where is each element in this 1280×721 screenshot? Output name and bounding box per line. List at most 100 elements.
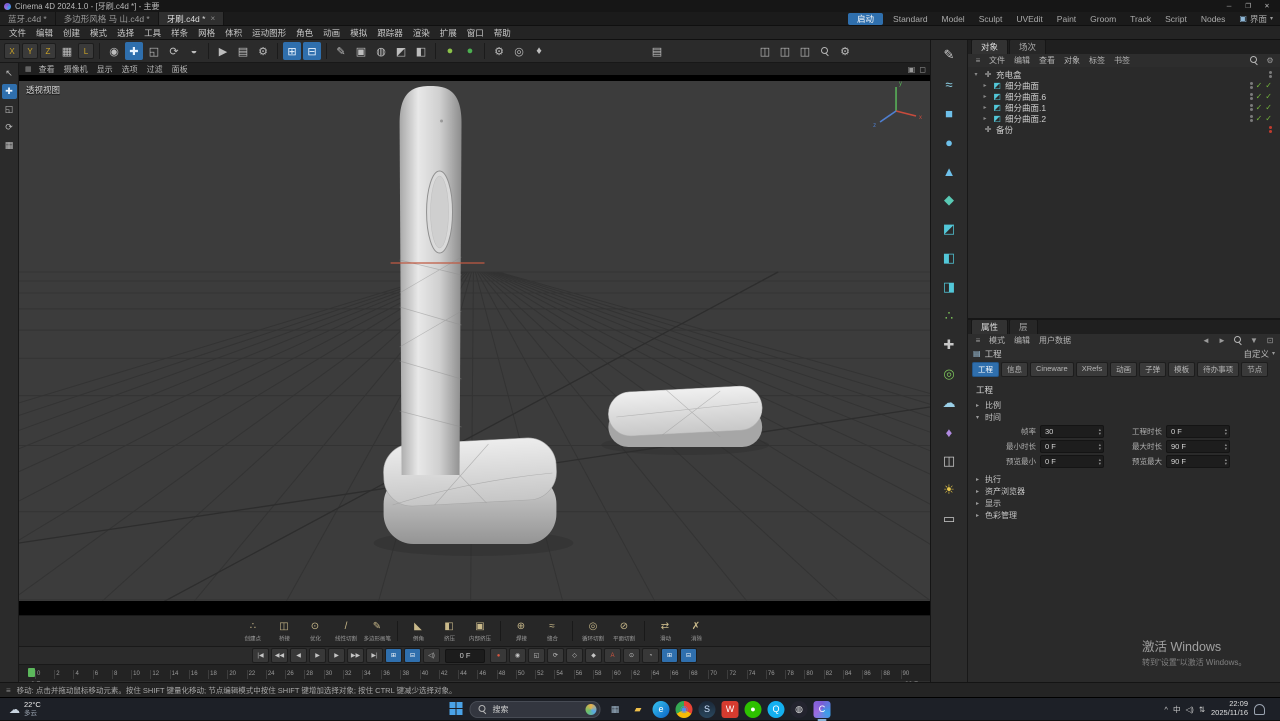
maximize-button[interactable]: ❐ bbox=[1239, 1, 1257, 11]
notifications-icon[interactable] bbox=[1254, 703, 1265, 715]
goto-end-button[interactable]: ▶| bbox=[366, 648, 383, 663]
mograph-icon[interactable]: ♦ bbox=[530, 42, 548, 60]
menubar-item[interactable]: 窗口 bbox=[462, 27, 489, 39]
cloner-icon[interactable]: ∴ bbox=[938, 305, 960, 327]
weld-button[interactable]: ⊕ 焊接 bbox=[506, 620, 536, 643]
viewport-settings-icon[interactable]: ▣ bbox=[908, 65, 916, 74]
maximize-view-icon[interactable]: ◻ bbox=[919, 65, 926, 74]
attribute-group-header[interactable]: ▸ 显示 bbox=[974, 497, 1274, 509]
visibility-dots[interactable] bbox=[1249, 93, 1253, 100]
menubar-item[interactable]: 工具 bbox=[139, 27, 166, 39]
viewport-corner-icon[interactable]: ▦ bbox=[23, 65, 34, 73]
play-button[interactable]: ▶ bbox=[309, 648, 326, 663]
viewport-menu-item[interactable]: 显示 bbox=[93, 64, 117, 75]
editor-visibility-dot[interactable] bbox=[1249, 93, 1253, 96]
field-icon[interactable]: ◎ bbox=[938, 363, 960, 385]
attribute-group-header[interactable]: ▸ 资产浏览器 bbox=[974, 485, 1274, 497]
attribute-manager-tab[interactable]: 层 bbox=[1009, 319, 1038, 334]
scale-tool-icon[interactable]: ◱ bbox=[145, 42, 163, 60]
expand-icon[interactable]: ▸ bbox=[981, 82, 989, 89]
object-manager-menu-item[interactable]: 查看 bbox=[1035, 55, 1059, 66]
keyframe-scale-icon[interactable]: ◱ bbox=[528, 648, 545, 663]
editor-visibility-dot[interactable] bbox=[1249, 82, 1253, 85]
move-tool-icon[interactable]: ✚ bbox=[125, 42, 143, 60]
enabled-check-icon[interactable]: ✓ bbox=[1256, 92, 1263, 101]
x-axis-lock-button[interactable]: X bbox=[4, 43, 20, 59]
timeline-ruler[interactable]: 0 2 4 6 8 10 12 14 16 18 20 22 24 26 28 30 32 34 36 38 40 42 4… bbox=[19, 664, 930, 680]
modeling-axis-icon[interactable]: ▦ bbox=[2, 138, 17, 153]
material-icon[interactable]: ● bbox=[441, 42, 459, 60]
network-icon[interactable]: ⇅ bbox=[1199, 705, 1205, 714]
keyframe-parameter-icon[interactable]: ◇ bbox=[566, 648, 583, 663]
render-visibility-dot[interactable] bbox=[1249, 119, 1253, 122]
editor-visibility-dot[interactable] bbox=[1249, 104, 1253, 107]
wechat-icon[interactable]: ● bbox=[744, 700, 762, 718]
close-tab-icon[interactable]: × bbox=[210, 14, 215, 23]
snap-toggle-icon[interactable]: ⊞ bbox=[283, 42, 301, 60]
menubar-item[interactable]: 创建 bbox=[58, 27, 85, 39]
floor-icon[interactable]: ▭ bbox=[938, 508, 960, 530]
attribute-tab-button[interactable]: Cineware bbox=[1030, 362, 1074, 377]
visibility-dots[interactable] bbox=[1269, 71, 1272, 78]
extrude-generator-icon[interactable]: ◧ bbox=[412, 42, 430, 60]
null-object-icon[interactable]: ✚ bbox=[938, 334, 960, 356]
layout-window-3-icon[interactable]: ◫ bbox=[796, 42, 814, 60]
stepper-arrows-icon[interactable]: ▴ ▾ bbox=[1225, 428, 1228, 435]
attribute-group-header[interactable]: ▸ 执行 bbox=[974, 473, 1274, 485]
object-row[interactable]: ▾ ✛ 充电盒 bbox=[968, 69, 1280, 80]
field-input[interactable]: 30 ▴ ▾ bbox=[1040, 425, 1104, 438]
line-cut-button[interactable]: / 线性切割 bbox=[331, 620, 361, 643]
enabled-check-icon[interactable]: ✓ bbox=[1256, 81, 1263, 90]
live-selection-icon[interactable]: ◉ bbox=[105, 42, 123, 60]
field-icon[interactable]: ◎ bbox=[510, 42, 528, 60]
keyframe-pla-icon[interactable]: ◆ bbox=[585, 648, 602, 663]
enabled-check-icon[interactable]: ✓ bbox=[1256, 103, 1263, 112]
attribute-mode-menu-item[interactable]: 模式 bbox=[985, 335, 1009, 346]
next-frame-button[interactable]: ▶ bbox=[328, 648, 345, 663]
sphere-primitive-icon[interactable]: ● bbox=[938, 131, 960, 153]
field-input[interactable]: 0 F ▴ ▾ bbox=[1166, 425, 1230, 438]
menubar-item[interactable]: 样条 bbox=[166, 27, 193, 39]
timeline-playhead[interactable] bbox=[28, 668, 35, 677]
interface-selector[interactable]: ▣ 界面 ▾ bbox=[1232, 12, 1280, 25]
lock-panel-icon[interactable]: ⊡ bbox=[1264, 336, 1276, 345]
object-row[interactable]: ▸ ◩ 细分曲面.6 ✓ ✓ bbox=[968, 91, 1280, 102]
subdivision-surface-icon[interactable]: ◩ bbox=[938, 218, 960, 240]
render-view-icon[interactable]: ▶ bbox=[214, 42, 232, 60]
layout-tab[interactable]: Standard bbox=[886, 14, 935, 24]
viewport-menu-item[interactable]: 查看 bbox=[35, 64, 59, 75]
wps-icon[interactable]: W bbox=[721, 700, 739, 718]
field-input[interactable]: 90 F ▴ ▾ bbox=[1166, 440, 1230, 453]
attribute-group-header[interactable]: ▾ 时间 bbox=[974, 411, 1274, 423]
menubar-item[interactable]: 运动图形 bbox=[247, 27, 291, 39]
editor-visibility-dot[interactable] bbox=[1269, 71, 1272, 74]
layout-window-2-icon[interactable]: ◫ bbox=[776, 42, 794, 60]
visibility-dots[interactable] bbox=[1249, 82, 1253, 89]
create-point-button[interactable]: ∴ 创建点 bbox=[238, 620, 268, 643]
timeline-window-icon[interactable]: ◔ bbox=[642, 648, 659, 663]
selection-tool-icon[interactable]: ↖ bbox=[2, 66, 17, 81]
previous-key-button[interactable]: ◀◀ bbox=[271, 648, 288, 663]
chrome-browser-icon[interactable]: ◉ bbox=[675, 700, 693, 718]
autokey-icon[interactable]: A bbox=[604, 648, 621, 663]
render-visibility-dot[interactable] bbox=[1249, 86, 1253, 89]
keyframe-position-icon[interactable]: ◉ bbox=[509, 648, 526, 663]
menubar-item[interactable]: 文件 bbox=[4, 27, 31, 39]
close-button[interactable]: ✕ bbox=[1258, 1, 1276, 11]
menubar-item[interactable]: 编辑 bbox=[31, 27, 58, 39]
current-frame-field[interactable]: 0 F bbox=[445, 648, 485, 663]
slide-button[interactable]: ⇄ 滑动 bbox=[650, 620, 680, 643]
viewport-menu-item[interactable]: 面板 bbox=[168, 64, 192, 75]
attribute-tab-button[interactable]: 模板 bbox=[1168, 362, 1196, 377]
scale-tool-icon[interactable]: ◱ bbox=[2, 102, 17, 117]
layout-tab[interactable]: Sculpt bbox=[972, 14, 1010, 24]
volume-icon[interactable]: ◁) bbox=[1185, 705, 1193, 714]
menubar-item[interactable]: 帮助 bbox=[489, 27, 516, 39]
object-row[interactable]: ✛ 备份 bbox=[968, 124, 1280, 135]
obs-icon[interactable]: ◍ bbox=[790, 700, 808, 718]
edge-browser-icon[interactable]: e bbox=[652, 700, 670, 718]
object-manager-menu-item[interactable]: 标签 bbox=[1085, 55, 1109, 66]
3d-viewport[interactable]: y x z 透视视图 bbox=[19, 75, 930, 615]
status-menu-icon[interactable]: ≡ bbox=[6, 686, 11, 695]
render-visibility-dot[interactable] bbox=[1269, 130, 1272, 133]
